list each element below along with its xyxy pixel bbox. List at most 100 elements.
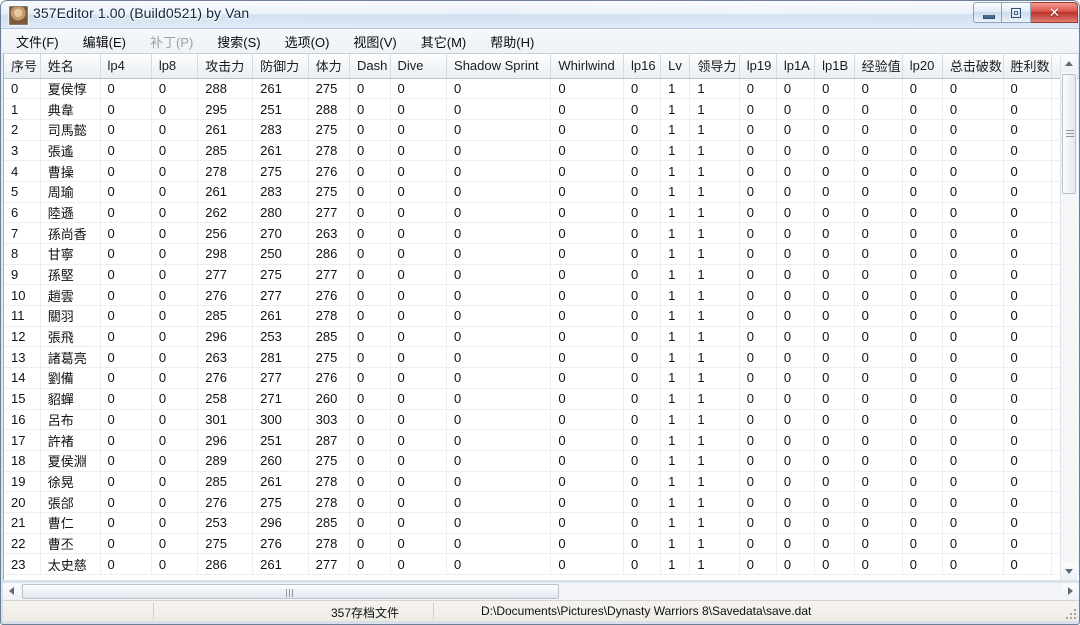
table-cell[interactable]: 0 <box>1003 222 1053 244</box>
table-cell[interactable]: 0 <box>1003 388 1053 410</box>
table-cell[interactable]: 0 <box>446 512 552 534</box>
table-cell[interactable]: 0 <box>100 160 152 182</box>
column-header-0[interactable]: 序号 <box>4 54 41 79</box>
table-cell[interactable]: 0 <box>854 388 903 410</box>
table-cell[interactable]: 0 <box>349 429 391 451</box>
table-cell[interactable]: 0 <box>100 533 152 555</box>
table-cell[interactable]: 277 <box>252 367 309 389</box>
table-row[interactable]: 18夏侯淵00289260275000001100000000 <box>4 450 1079 472</box>
table-cell[interactable]: 0 <box>814 346 855 369</box>
table-cell[interactable]: 0 <box>151 429 199 451</box>
table-cell[interactable]: 0 <box>100 222 152 244</box>
table-cell[interactable]: 4 <box>4 160 41 182</box>
vertical-scroll-thumb[interactable] <box>1062 74 1076 194</box>
horizontal-scrollbar[interactable] <box>3 582 1079 600</box>
menu-item-1[interactable]: 编辑(E) <box>73 29 136 54</box>
table-cell[interactable]: 0 <box>151 305 199 327</box>
table-cell[interactable]: 0 <box>390 264 448 286</box>
table-cell[interactable]: 1 <box>689 202 740 224</box>
table-cell[interactable]: 0 <box>942 264 1004 286</box>
table-cell[interactable]: 0 <box>814 388 855 410</box>
table-cell[interactable]: 1 <box>660 78 691 100</box>
table-cell[interactable]: 0 <box>1003 243 1053 265</box>
menu-item-6[interactable]: 其它(M) <box>411 29 477 54</box>
table-cell[interactable]: 0 <box>390 284 448 307</box>
table-cell[interactable]: 0 <box>390 450 448 472</box>
table-cell[interactable]: 0 <box>151 264 199 286</box>
table-cell[interactable]: 1 <box>689 305 740 327</box>
table-cell[interactable]: 1 <box>660 326 691 348</box>
table-row[interactable]: 7孫尚香00256270263000001100000000 <box>4 222 1079 244</box>
table-cell[interactable]: 0 <box>349 388 391 410</box>
column-header-13[interactable]: 领导力 <box>689 54 740 79</box>
table-cell[interactable]: 1 <box>689 98 740 120</box>
maximize-button[interactable] <box>1002 2 1031 23</box>
column-header-2[interactable]: lp4 <box>100 54 152 79</box>
table-cell[interactable]: 0 <box>623 450 662 472</box>
table-cell[interactable]: 0 <box>942 243 1004 265</box>
table-cell[interactable]: 0 <box>151 160 199 182</box>
table-cell[interactable]: 0 <box>100 429 152 451</box>
table-cell[interactable]: 0 <box>902 346 943 369</box>
table-cell[interactable]: 徐晃 <box>40 471 101 493</box>
table-cell[interactable]: 0 <box>349 533 391 555</box>
table-cell[interactable]: 0 <box>100 202 152 224</box>
table-cell[interactable]: 1 <box>660 264 691 286</box>
menu-item-4[interactable]: 选项(O) <box>275 29 340 54</box>
table-cell[interactable]: 0 <box>814 202 855 224</box>
table-cell[interactable]: 250 <box>252 243 309 265</box>
table-cell[interactable]: 0 <box>550 243 625 265</box>
table-cell[interactable]: 0 <box>550 346 625 369</box>
table-cell[interactable]: 1 <box>689 429 740 451</box>
table-cell[interactable]: 0 <box>854 98 903 120</box>
scroll-down-button[interactable] <box>1061 563 1077 580</box>
table-cell[interactable]: 0 <box>854 409 903 431</box>
table-cell[interactable]: 0 <box>902 305 943 327</box>
table-cell[interactable]: 0 <box>739 471 777 493</box>
table-cell[interactable]: 253 <box>197 512 254 534</box>
table-cell[interactable]: 0 <box>942 119 1004 141</box>
table-cell[interactable]: 0 <box>100 98 152 120</box>
table-cell[interactable]: 278 <box>308 471 350 493</box>
table-cell[interactable]: 劉備 <box>40 367 101 389</box>
table-cell[interactable]: 0 <box>739 450 777 472</box>
table-cell[interactable]: 0 <box>1003 450 1053 472</box>
table-cell[interactable]: 0 <box>1003 553 1053 575</box>
table-cell[interactable]: 0 <box>902 202 943 224</box>
column-header-12[interactable]: Lv <box>660 54 691 79</box>
table-cell[interactable]: 1 <box>660 222 691 244</box>
table-cell[interactable]: 0 <box>739 284 777 307</box>
table-cell[interactable]: 曹操 <box>40 160 101 182</box>
scroll-up-button[interactable] <box>1061 55 1077 72</box>
table-cell[interactable]: 周瑜 <box>40 181 101 203</box>
column-header-10[interactable]: Whirlwind <box>550 54 625 79</box>
table-cell[interactable]: 0 <box>623 284 662 307</box>
table-cell[interactable]: 0 <box>550 367 625 389</box>
table-cell[interactable]: 261 <box>197 119 254 141</box>
vertical-scrollbar[interactable] <box>1060 55 1077 580</box>
table-cell[interactable]: 0 <box>776 181 816 203</box>
table-cell[interactable]: 2 <box>4 119 41 141</box>
table-cell[interactable]: 261 <box>252 78 309 100</box>
table-cell[interactable]: 0 <box>814 78 855 100</box>
table-cell[interactable]: 0 <box>739 98 777 120</box>
table-cell[interactable]: 0 <box>446 388 552 410</box>
table-cell[interactable]: 0 <box>814 553 855 575</box>
table-cell[interactable]: 1 <box>689 284 740 307</box>
table-cell[interactable]: 0 <box>446 222 552 244</box>
table-cell[interactable]: 13 <box>4 346 41 369</box>
table-cell[interactable]: 0 <box>854 78 903 100</box>
table-cell[interactable]: 貂蟬 <box>40 388 101 410</box>
table-cell[interactable]: 0 <box>446 202 552 224</box>
table-cell[interactable]: 趙雲 <box>40 284 101 307</box>
table-cell[interactable]: 0 <box>623 243 662 265</box>
table-cell[interactable]: 0 <box>623 119 662 141</box>
table-cell[interactable]: 0 <box>902 429 943 451</box>
table-cell[interactable]: 0 <box>739 160 777 182</box>
table-cell[interactable]: 275 <box>197 533 254 555</box>
table-cell[interactable]: 0 <box>623 305 662 327</box>
table-cell[interactable]: 253 <box>252 326 309 348</box>
table-cell[interactable]: 0 <box>550 450 625 472</box>
table-cell[interactable]: 0 <box>446 181 552 203</box>
table-cell[interactable]: 1 <box>689 264 740 286</box>
